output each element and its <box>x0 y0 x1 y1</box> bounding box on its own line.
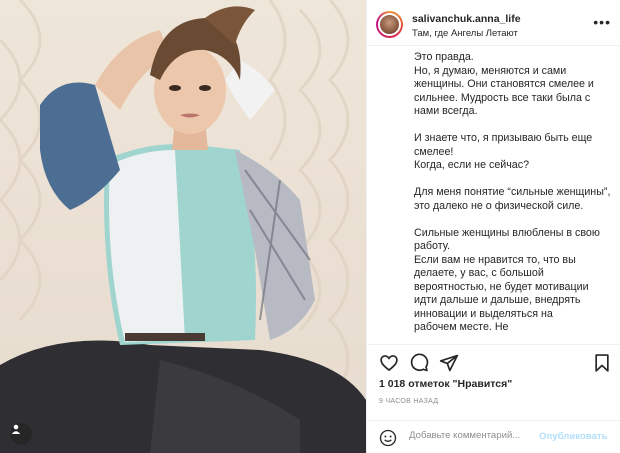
username-link[interactable]: salivanchuk.anna_life <box>412 13 521 25</box>
comment-input[interactable] <box>409 430 539 441</box>
post-photo[interactable] <box>0 0 366 453</box>
likes-count[interactable]: 1 018 отметок "Нравится" <box>379 378 512 390</box>
caption-text: Это правда. Но, я думаю, меняются и сами… <box>414 51 611 333</box>
post-header: salivanchuk.anna_life Там, где Ангелы Ле… <box>367 0 620 46</box>
post-actions <box>367 344 620 378</box>
user-tag-icon[interactable] <box>10 423 32 445</box>
paper-plane-icon[interactable] <box>439 353 459 373</box>
photo-illustration <box>0 0 366 453</box>
comment-bar: Опубликовать <box>367 420 620 453</box>
location-link[interactable]: Там, где Ангелы Летают <box>412 28 518 39</box>
emoji-icon[interactable] <box>379 429 397 447</box>
post-timestamp: 9 ЧАСОВ НАЗАД <box>379 398 439 405</box>
bookmark-icon[interactable] <box>592 353 612 373</box>
heart-icon[interactable] <box>379 353 399 373</box>
avatar[interactable] <box>376 11 403 38</box>
publish-button[interactable]: Опубликовать <box>539 431 608 442</box>
more-horizontal-icon[interactable]: ••• <box>593 14 611 30</box>
comment-icon[interactable] <box>409 353 429 373</box>
caption-scroll-area[interactable]: Это правда. Но, я думаю, меняются и сами… <box>367 46 620 344</box>
post-side-panel: salivanchuk.anna_life Там, где Ангелы Ле… <box>366 0 620 453</box>
